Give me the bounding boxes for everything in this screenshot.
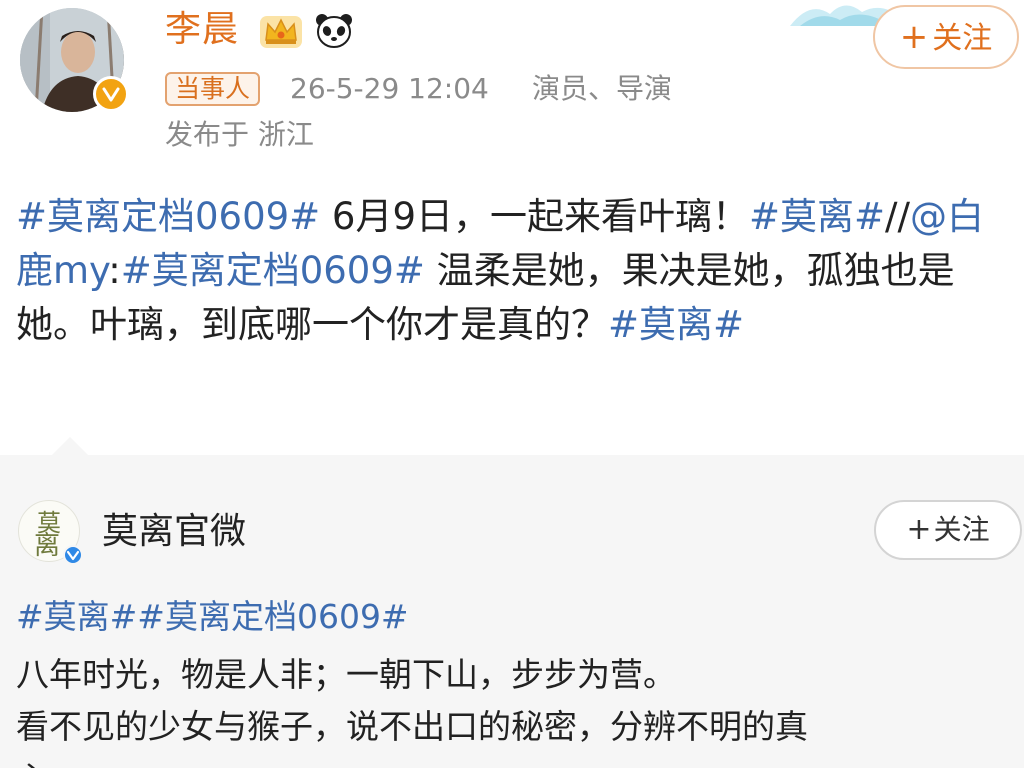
author-tag-badge: 当事人	[165, 72, 261, 106]
follow-button[interactable]: + 关注	[873, 5, 1019, 69]
avatar-glyph: 离	[34, 531, 61, 561]
crown-icon	[260, 16, 302, 48]
repost-text-line: 八年时光，物是人非；一朝下山，步步为营。	[16, 655, 676, 694]
plus-icon: +	[906, 512, 932, 547]
author-role: 演员、导演	[532, 72, 673, 105]
repost-text-line: 心。	[16, 757, 1016, 768]
verified-badge-icon	[93, 76, 129, 112]
hashtag-link[interactable]: #莫离#	[608, 303, 744, 346]
reposted-card[interactable]: 莫 离 莫离官微 +关注 #莫离##莫离定档0609# 八年时光，物是人非；一朝…	[0, 437, 1024, 768]
follow-label: 关注	[933, 513, 990, 546]
repost-follow-button[interactable]: +关注	[874, 500, 1022, 560]
post-time: 26-5-29 12:04	[290, 72, 489, 105]
hashtag-link[interactable]: #莫离#	[749, 195, 885, 238]
hashtag-link[interactable]: #莫离定档0609#	[16, 195, 320, 238]
post-text-segment: :	[108, 249, 121, 292]
repost-text-line: 看不见的少女与猴子，说不出口的秘密，分辨不明的真	[16, 707, 808, 746]
post-text-segment: //	[885, 195, 910, 238]
repost-pointer	[52, 437, 88, 455]
verified-badge-icon	[63, 545, 83, 565]
weibo-page: 李晨 + 关注 当事人 26-5-29 12:04 演员、导演 发布于 浙江 #莫…	[0, 0, 1024, 768]
repost-hashtags[interactable]: #莫离##莫离定档0609#	[16, 595, 409, 639]
follow-label: 关注	[932, 21, 993, 56]
weibo-post: 李晨 + 关注 当事人 26-5-29 12:04 演员、导演 发布于 浙江 #莫…	[0, 0, 1024, 455]
post-text-segment: 6月9日，一起来看叶璃！	[320, 195, 750, 238]
panda-icon	[316, 14, 352, 48]
plus-icon: +	[899, 17, 929, 57]
repost-author-name[interactable]: 莫离官微	[102, 508, 246, 556]
author-name[interactable]: 李晨	[165, 6, 239, 54]
post-location: 发布于 浙江	[165, 118, 314, 151]
post-text: #莫离定档0609# 6月9日，一起来看叶璃！#莫离#//@白鹿my:#莫离定档…	[16, 190, 1006, 352]
hashtag-link[interactable]: #莫离定档0609#	[121, 249, 425, 292]
